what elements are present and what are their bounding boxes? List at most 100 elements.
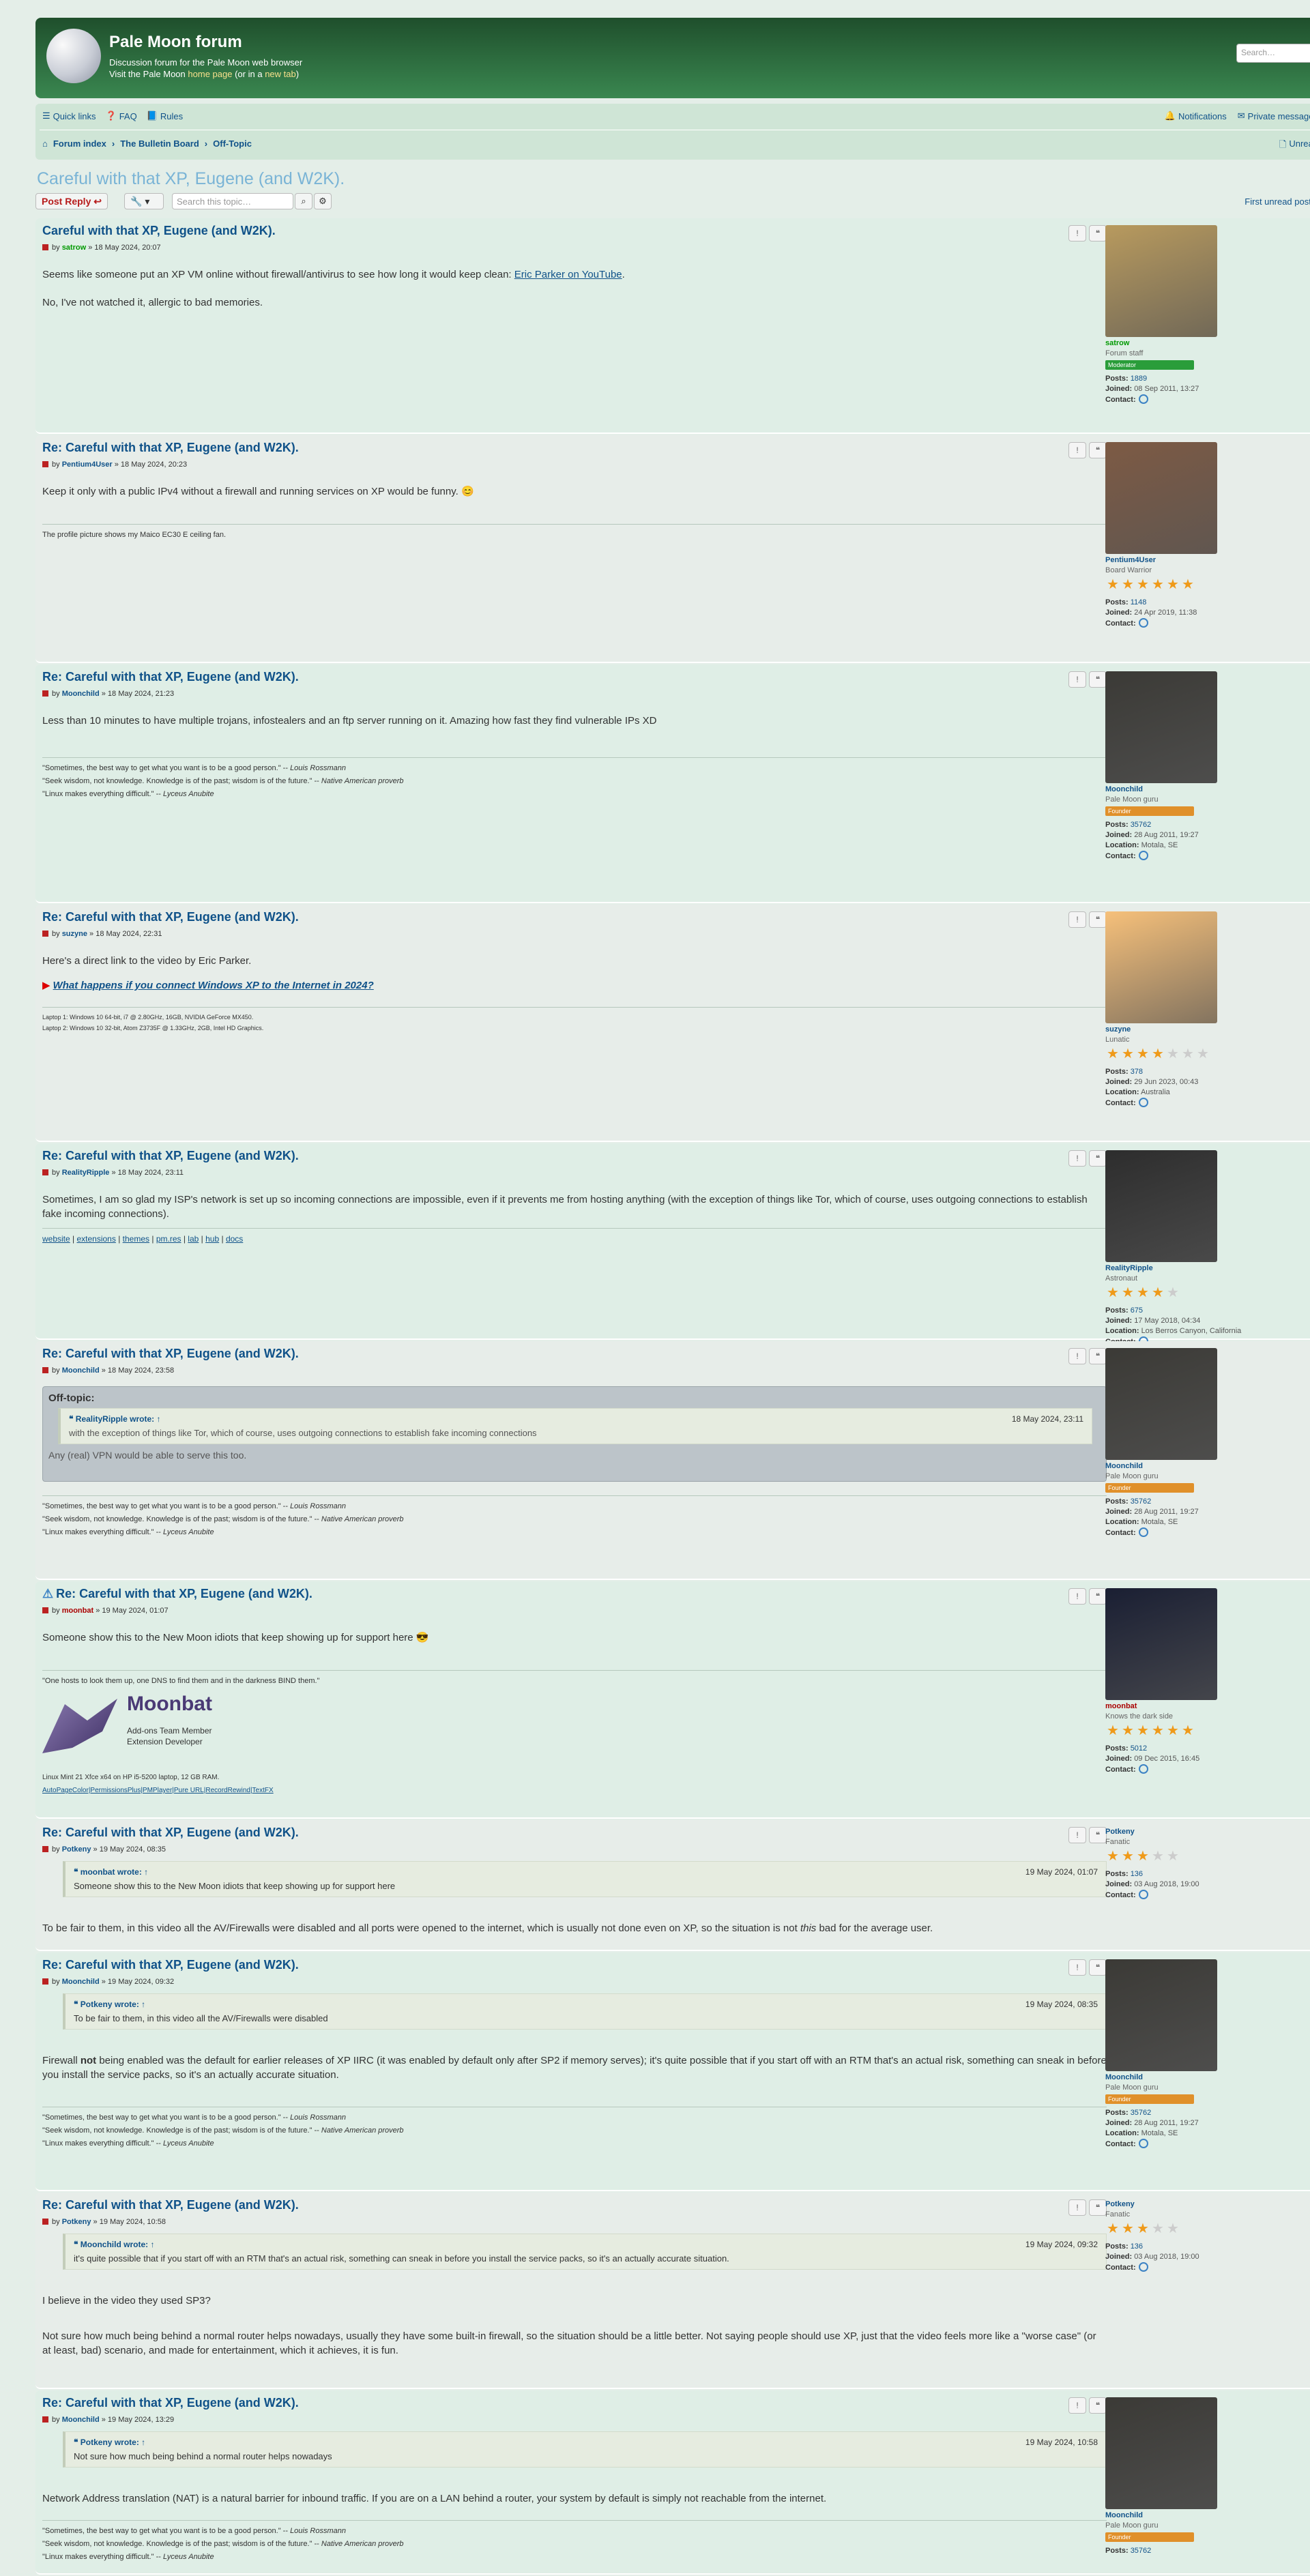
contact-icon[interactable] [1138,2262,1148,2272]
profile-name[interactable]: Pentium4User [1105,555,1310,566]
profile-name[interactable]: Potkeny [1105,2199,1310,2210]
report-icon[interactable]: ! [1068,442,1086,458]
post-title[interactable]: Re: Careful with that XP, Eugene (and W2… [42,1958,299,1972]
profile-name[interactable]: Moonchild [1105,1461,1310,1472]
author-link[interactable]: moonbat [62,1607,93,1615]
quote-icon[interactable]: ❝ [1089,2199,1107,2216]
profile-name[interactable]: suzyne [1105,1025,1310,1035]
author-link[interactable]: Potkeny [62,1845,91,1854]
post-icon[interactable] [42,244,48,250]
post-icon[interactable] [42,461,48,467]
signature-link[interactable]: pm.res [156,1234,181,1244]
author-link[interactable]: Moonchild [62,2416,100,2424]
post-title[interactable]: Re: Careful with that XP, Eugene (and W2… [42,670,299,684]
profile-value[interactable]: 5012 [1131,1744,1147,1753]
quote-icon[interactable]: ❝ [1089,671,1107,688]
avatar[interactable] [1105,1348,1217,1460]
post-icon[interactable] [42,1846,48,1852]
post-icon[interactable] [42,1169,48,1175]
youtube-link[interactable]: Eric Parker on YouTube [514,269,622,280]
post-title[interactable]: Re: Careful with that XP, Eugene (and W2… [42,910,299,924]
report-icon[interactable]: ! [1068,911,1086,928]
profile-name[interactable]: Potkeny [1105,1827,1310,1837]
profile-value[interactable]: 378 [1131,1068,1143,1076]
post-title[interactable]: Re: Careful with that XP, Eugene (and W2… [42,1347,299,1361]
profile-name[interactable]: moonbat [1105,1701,1310,1712]
contact-icon[interactable] [1138,618,1148,628]
contact-icon[interactable] [1138,1527,1148,1537]
quote-author[interactable]: moonbat [81,1867,115,1877]
profile-name[interactable]: Moonchild [1105,785,1310,795]
post-icon[interactable] [42,1367,48,1373]
profile-value[interactable]: 35762 [1131,2109,1152,2117]
post-title[interactable]: ⚠ Re: Careful with that XP, Eugene (and W… [42,1587,312,1601]
quote-icon[interactable]: ❝ [1089,442,1107,458]
signature-link[interactable]: website [42,1234,70,1244]
post-icon[interactable] [42,931,48,937]
signature-link[interactable]: themes [123,1234,149,1244]
avatar[interactable] [1105,2397,1217,2509]
post-title[interactable]: Re: Careful with that XP, Eugene (and W2… [42,1149,299,1163]
post-title[interactable]: Re: Careful with that XP, Eugene (and W2… [42,2198,299,2212]
quote-author[interactable]: Potkeny [81,2438,113,2447]
profile-name[interactable]: RealityRipple [1105,1263,1310,1274]
profile-value[interactable]: 1889 [1131,375,1147,383]
signature-link[interactable]: hub [205,1234,219,1244]
profile-value[interactable]: 1148 [1131,598,1147,606]
report-icon[interactable]: ! [1068,671,1086,688]
post-title[interactable]: Re: Careful with that XP, Eugene (and W2… [42,1826,299,1840]
author-link[interactable]: Moonchild [62,1978,100,1986]
quote-icon[interactable]: ❝ [1089,1827,1107,1843]
avatar[interactable] [1105,671,1217,783]
author-link[interactable]: Pentium4User [62,460,113,469]
contact-icon[interactable] [1138,394,1148,404]
author-link[interactable]: satrow [62,244,86,252]
quote-icon[interactable]: ❝ [1089,1588,1107,1605]
report-icon[interactable]: ! [1068,1827,1086,1843]
author-link[interactable]: RealityRipple [62,1169,110,1177]
post-icon[interactable] [42,690,48,697]
report-icon[interactable]: ! [1068,1959,1086,1976]
quote-icon[interactable]: ❝ [1089,1348,1107,1364]
avatar[interactable] [1105,442,1217,554]
profile-name[interactable]: Moonchild [1105,2073,1310,2083]
contact-icon[interactable] [1138,1764,1148,1774]
post-icon[interactable] [42,2416,48,2423]
profile-value[interactable]: 136 [1131,1870,1143,1878]
report-icon[interactable]: ! [1068,2199,1086,2216]
contact-icon[interactable] [1138,2139,1148,2148]
profile-value[interactable]: 136 [1131,2242,1143,2251]
profile-name[interactable]: Moonchild [1105,2511,1310,2521]
report-icon[interactable]: ! [1068,1588,1086,1605]
quote-author[interactable]: Moonchild [81,2240,121,2249]
post-icon[interactable] [42,2219,48,2225]
contact-icon[interactable] [1138,1098,1148,1107]
post-icon[interactable] [42,1607,48,1613]
report-icon[interactable]: ! [1068,1150,1086,1167]
report-icon[interactable]: ! [1068,1348,1086,1364]
signature-link[interactable]: docs [226,1234,243,1244]
post-title[interactable]: Re: Careful with that XP, Eugene (and W2… [42,2396,299,2410]
quote-icon[interactable]: ❝ [1089,225,1107,241]
report-icon[interactable]: ! [1068,225,1086,241]
profile-name[interactable]: satrow [1105,338,1310,349]
signature-links[interactable]: AutoPageColor|PermissionsPlus|PMPlayer|P… [42,1784,1107,1797]
post-title[interactable]: Re: Careful with that XP, Eugene (and W2… [42,441,299,455]
post-icon[interactable] [42,1978,48,1985]
quote-author[interactable]: RealityRipple [76,1414,128,1424]
signature-link[interactable]: extensions [76,1234,115,1244]
signature-link[interactable]: lab [188,1234,199,1244]
profile-value[interactable]: 35762 [1131,2547,1152,2555]
quote-author[interactable]: Potkeny [81,2000,113,2009]
quote-icon[interactable]: ❝ [1089,2397,1107,2414]
avatar[interactable] [1105,911,1217,1023]
author-link[interactable]: Potkeny [62,2218,91,2226]
avatar[interactable] [1105,1588,1217,1700]
report-icon[interactable]: ! [1068,2397,1086,2414]
avatar[interactable] [1105,1150,1217,1262]
video-link[interactable]: What happens if you connect Windows XP t… [53,980,374,991]
avatar[interactable] [1105,225,1217,337]
author-link[interactable]: suzyne [62,930,87,938]
post-title[interactable]: Careful with that XP, Eugene (and W2K). [42,224,276,238]
quote-icon[interactable]: ❝ [1089,1959,1107,1976]
